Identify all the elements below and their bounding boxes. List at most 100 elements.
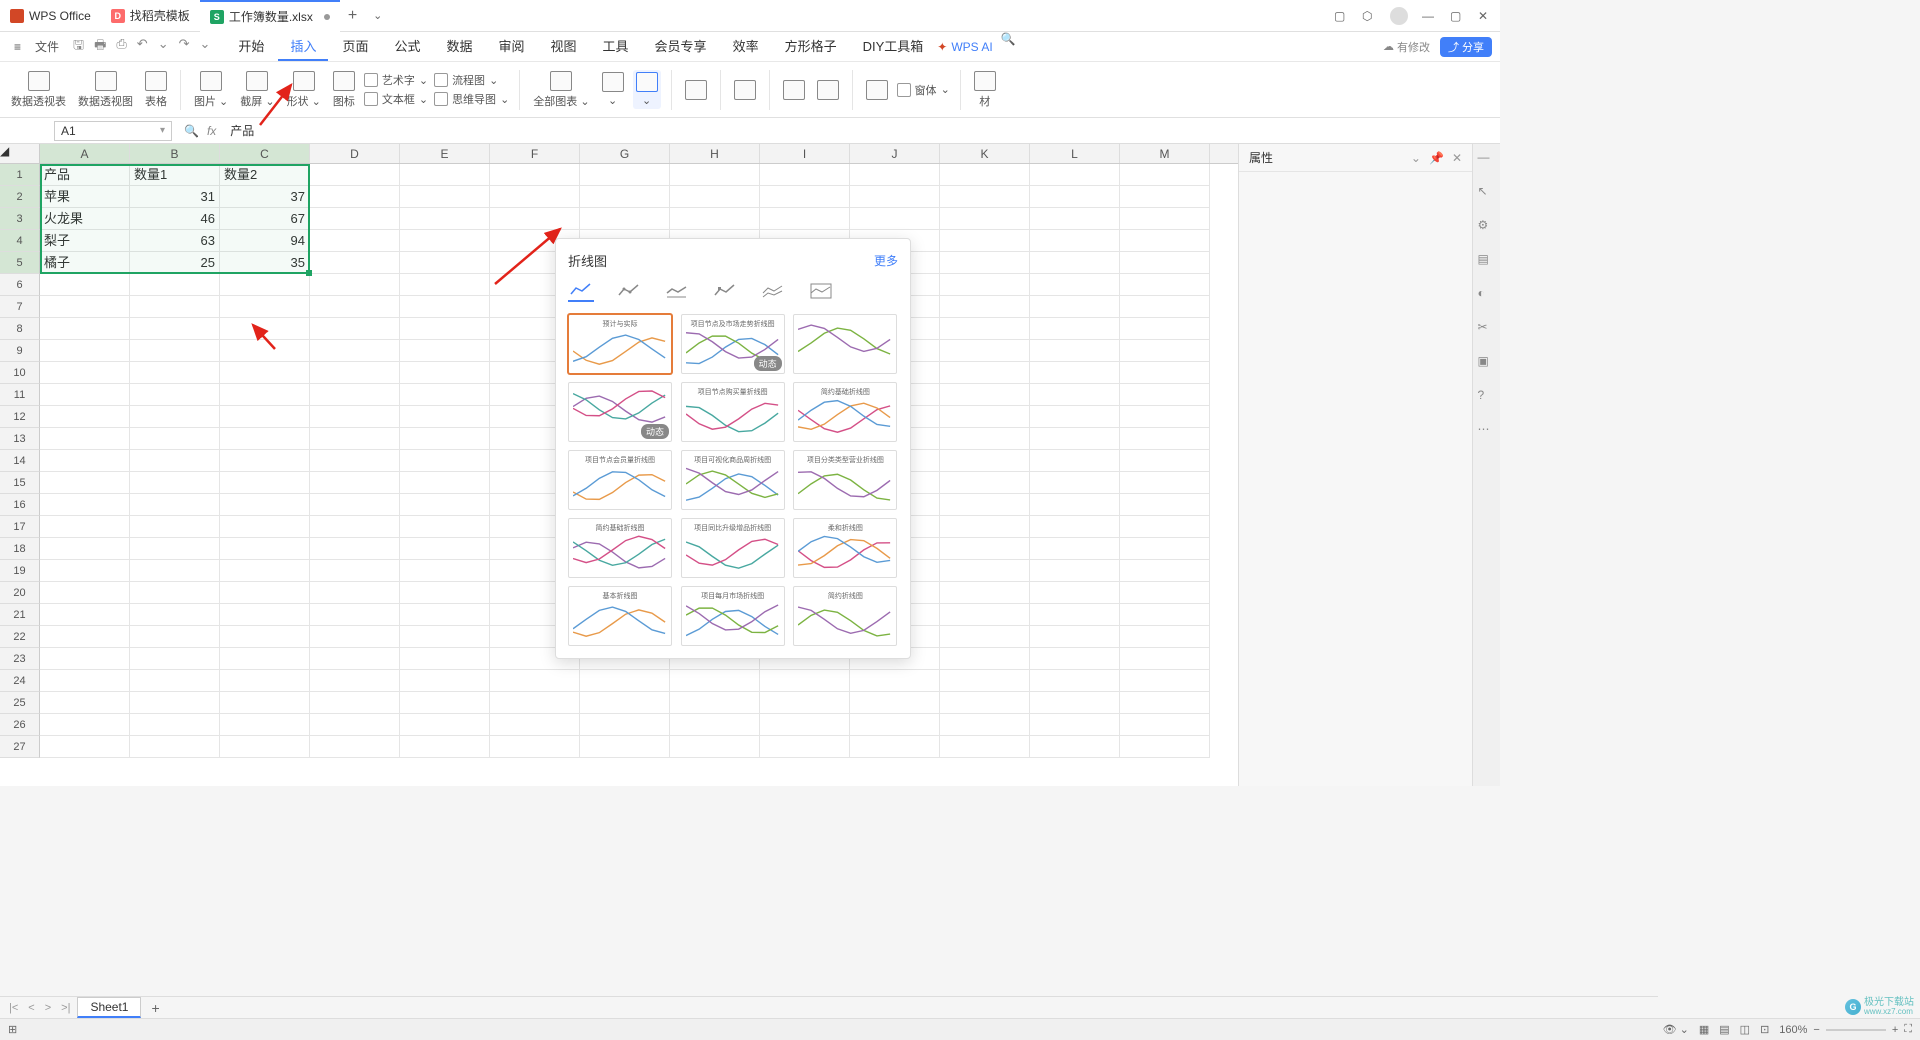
cell[interactable]: [760, 164, 850, 186]
cell[interactable]: [1030, 494, 1120, 516]
cell[interactable]: [220, 582, 310, 604]
cell[interactable]: [1030, 582, 1120, 604]
eye-icon[interactable]: 👁 ⌄: [1663, 1023, 1689, 1036]
cell[interactable]: [220, 648, 310, 670]
cell[interactable]: [490, 186, 580, 208]
cell[interactable]: [1120, 626, 1210, 648]
tools-icon[interactable]: ✂: [1478, 320, 1496, 338]
cell[interactable]: 数量2: [220, 164, 310, 186]
redo-dropdown-icon[interactable]: ⌄: [200, 36, 211, 58]
cell[interactable]: [1120, 494, 1210, 516]
row-header[interactable]: 18: [0, 538, 40, 560]
cell[interactable]: [310, 296, 400, 318]
cell[interactable]: [580, 692, 670, 714]
cell[interactable]: [130, 318, 220, 340]
row-header[interactable]: 1: [0, 164, 40, 186]
cell[interactable]: [40, 340, 130, 362]
picture-button[interactable]: 图片 ⌄: [191, 69, 231, 111]
cell[interactable]: [310, 494, 400, 516]
tab-member[interactable]: 会员专享: [643, 32, 719, 61]
cell[interactable]: [220, 626, 310, 648]
row-header[interactable]: 4: [0, 230, 40, 252]
cell[interactable]: [40, 582, 130, 604]
cell[interactable]: 63: [130, 230, 220, 252]
cell[interactable]: [1120, 714, 1210, 736]
cell[interactable]: [940, 670, 1030, 692]
cell[interactable]: [1120, 516, 1210, 538]
cell[interactable]: [490, 736, 580, 758]
chart-thumbnail[interactable]: 简约基础折线图: [793, 382, 897, 442]
wordart-button[interactable]: 艺术字 ⌄: [364, 72, 428, 88]
cell[interactable]: [220, 472, 310, 494]
cell[interactable]: [1030, 274, 1120, 296]
cell[interactable]: [1030, 736, 1120, 758]
cell[interactable]: [1120, 340, 1210, 362]
cell[interactable]: [850, 714, 940, 736]
fullscreen-icon[interactable]: ⛶: [1904, 1023, 1912, 1036]
fx-icon[interactable]: fx: [207, 124, 216, 138]
cell[interactable]: [40, 626, 130, 648]
cell[interactable]: [940, 230, 1030, 252]
cell[interactable]: [1030, 692, 1120, 714]
cell[interactable]: [220, 318, 310, 340]
cell[interactable]: [310, 428, 400, 450]
cell[interactable]: [130, 340, 220, 362]
row-header[interactable]: 27: [0, 736, 40, 758]
cell[interactable]: [1120, 274, 1210, 296]
cell[interactable]: [670, 714, 760, 736]
icons-button[interactable]: 图标: [330, 69, 358, 111]
cell[interactable]: [220, 274, 310, 296]
mindmap-button[interactable]: 思维导图 ⌄: [434, 91, 509, 107]
tab-squaregrid[interactable]: 方形格子: [773, 32, 849, 61]
cell[interactable]: [310, 692, 400, 714]
cell[interactable]: [130, 604, 220, 626]
cell[interactable]: [580, 670, 670, 692]
cell[interactable]: [940, 516, 1030, 538]
cell[interactable]: [40, 296, 130, 318]
cell[interactable]: [760, 714, 850, 736]
cell[interactable]: [400, 538, 490, 560]
cell[interactable]: [580, 164, 670, 186]
row-header[interactable]: 21: [0, 604, 40, 626]
cell[interactable]: [1030, 252, 1120, 274]
cell[interactable]: [310, 340, 400, 362]
tab-template[interactable]: D 找稻壳模板: [101, 0, 200, 32]
cell[interactable]: [220, 670, 310, 692]
cell[interactable]: [1120, 384, 1210, 406]
box-icon[interactable]: ▣: [1478, 354, 1496, 372]
cell[interactable]: [1030, 362, 1120, 384]
zoom-in-icon[interactable]: +: [1892, 1024, 1898, 1036]
redo-icon[interactable]: ↷: [179, 36, 190, 58]
cell[interactable]: [130, 362, 220, 384]
cell[interactable]: [1120, 472, 1210, 494]
close-button[interactable]: ✕: [1478, 9, 1492, 23]
cell[interactable]: [1120, 736, 1210, 758]
cell[interactable]: [490, 164, 580, 186]
row-header[interactable]: 5: [0, 252, 40, 274]
row-header[interactable]: 22: [0, 626, 40, 648]
cell[interactable]: [400, 604, 490, 626]
layout-icon[interactable]: ▢: [1334, 9, 1348, 23]
cell[interactable]: [40, 384, 130, 406]
cell[interactable]: [400, 494, 490, 516]
cell[interactable]: [670, 186, 760, 208]
pin-icon[interactable]: 📌: [1429, 151, 1444, 165]
tab-efficiency[interactable]: 效率: [721, 32, 771, 61]
cell[interactable]: [1030, 450, 1120, 472]
cell[interactable]: [310, 186, 400, 208]
cell[interactable]: [400, 384, 490, 406]
textbox-button[interactable]: 文本框 ⌄: [364, 91, 428, 107]
cell[interactable]: [490, 670, 580, 692]
cell[interactable]: 苹果: [40, 186, 130, 208]
cell[interactable]: [1120, 164, 1210, 186]
cell[interactable]: [1030, 406, 1120, 428]
undo-icon[interactable]: ↶: [137, 36, 148, 58]
cell[interactable]: [400, 208, 490, 230]
cell[interactable]: [310, 582, 400, 604]
cell[interactable]: [310, 252, 400, 274]
add-sheet-button[interactable]: +: [145, 1000, 165, 1016]
sparkline-button[interactable]: [682, 78, 710, 102]
cell[interactable]: [130, 582, 220, 604]
cell[interactable]: [130, 516, 220, 538]
chart-thumbnail[interactable]: 基本折线图: [568, 586, 672, 646]
